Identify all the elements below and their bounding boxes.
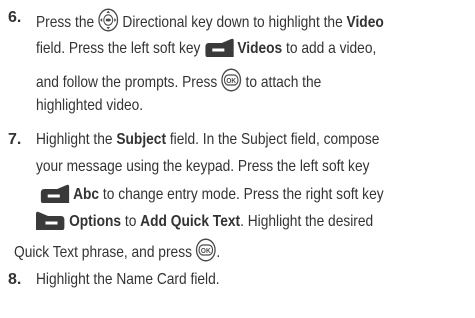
step-line: your message using the keypad. Press the…	[36, 157, 369, 177]
ok-key-icon	[196, 238, 217, 262]
step-text: to change entry mode. Press the right so…	[102, 186, 384, 203]
step-bold-text: Options	[69, 213, 122, 230]
left-soft-key-icon	[40, 184, 69, 204]
step-text: and follow the prompts. Press	[36, 74, 218, 91]
step-line: Highlight the Name Card field.	[36, 270, 220, 290]
step-bold-text: Videos	[237, 40, 283, 57]
step-text: Press the	[36, 14, 95, 31]
step-text: to	[124, 213, 137, 230]
step-line: Quick Text phrase, and press .	[14, 238, 220, 263]
step-line: Highlight the Subject field. In the Subj…	[36, 130, 379, 150]
step-text: Directional key down to highlight the	[122, 14, 343, 31]
step-text: Quick Text phrase, and press	[14, 244, 192, 261]
step-text: to attach the	[245, 74, 322, 91]
step-number: 6.	[8, 9, 22, 26]
left-soft-key-icon	[204, 38, 233, 58]
step-text: highlighted video.	[36, 97, 144, 114]
step-text: to add a video,	[286, 40, 377, 57]
step-line: Options to Add Quick Text. Highlight the…	[36, 211, 373, 232]
step-line: and follow the prompts. Press to attach …	[36, 68, 321, 93]
step-bold-text: Add Quick Text	[140, 213, 241, 230]
step-bold-text: Subject	[116, 131, 167, 148]
step-text: your message using the keypad. Press the…	[36, 158, 370, 175]
step-bold-text: Abc	[73, 186, 100, 203]
step-number: 8.	[8, 271, 22, 288]
step-line: field. Press the left soft key Videos to…	[36, 38, 376, 59]
step-line: highlighted video.	[36, 96, 143, 116]
step-line: Press the Directional key down to highli…	[36, 8, 384, 33]
step-line: Abc to change entry mode. Press the righ…	[40, 184, 384, 205]
directional-key-icon	[98, 8, 119, 32]
step-text: . Highlight the desired	[240, 213, 374, 230]
step-number: 7.	[8, 131, 22, 148]
step-text: Highlight the Name Card field.	[36, 271, 220, 288]
step-bold-text: Video	[346, 14, 384, 31]
step-text: .	[216, 244, 221, 261]
right-soft-key-icon	[36, 211, 65, 231]
ok-key-icon	[221, 68, 242, 92]
step-text: Highlight the	[36, 131, 113, 148]
step-text: field. Press the left soft key	[36, 40, 201, 57]
step-text: field. In the Subject field, compose	[169, 131, 380, 148]
